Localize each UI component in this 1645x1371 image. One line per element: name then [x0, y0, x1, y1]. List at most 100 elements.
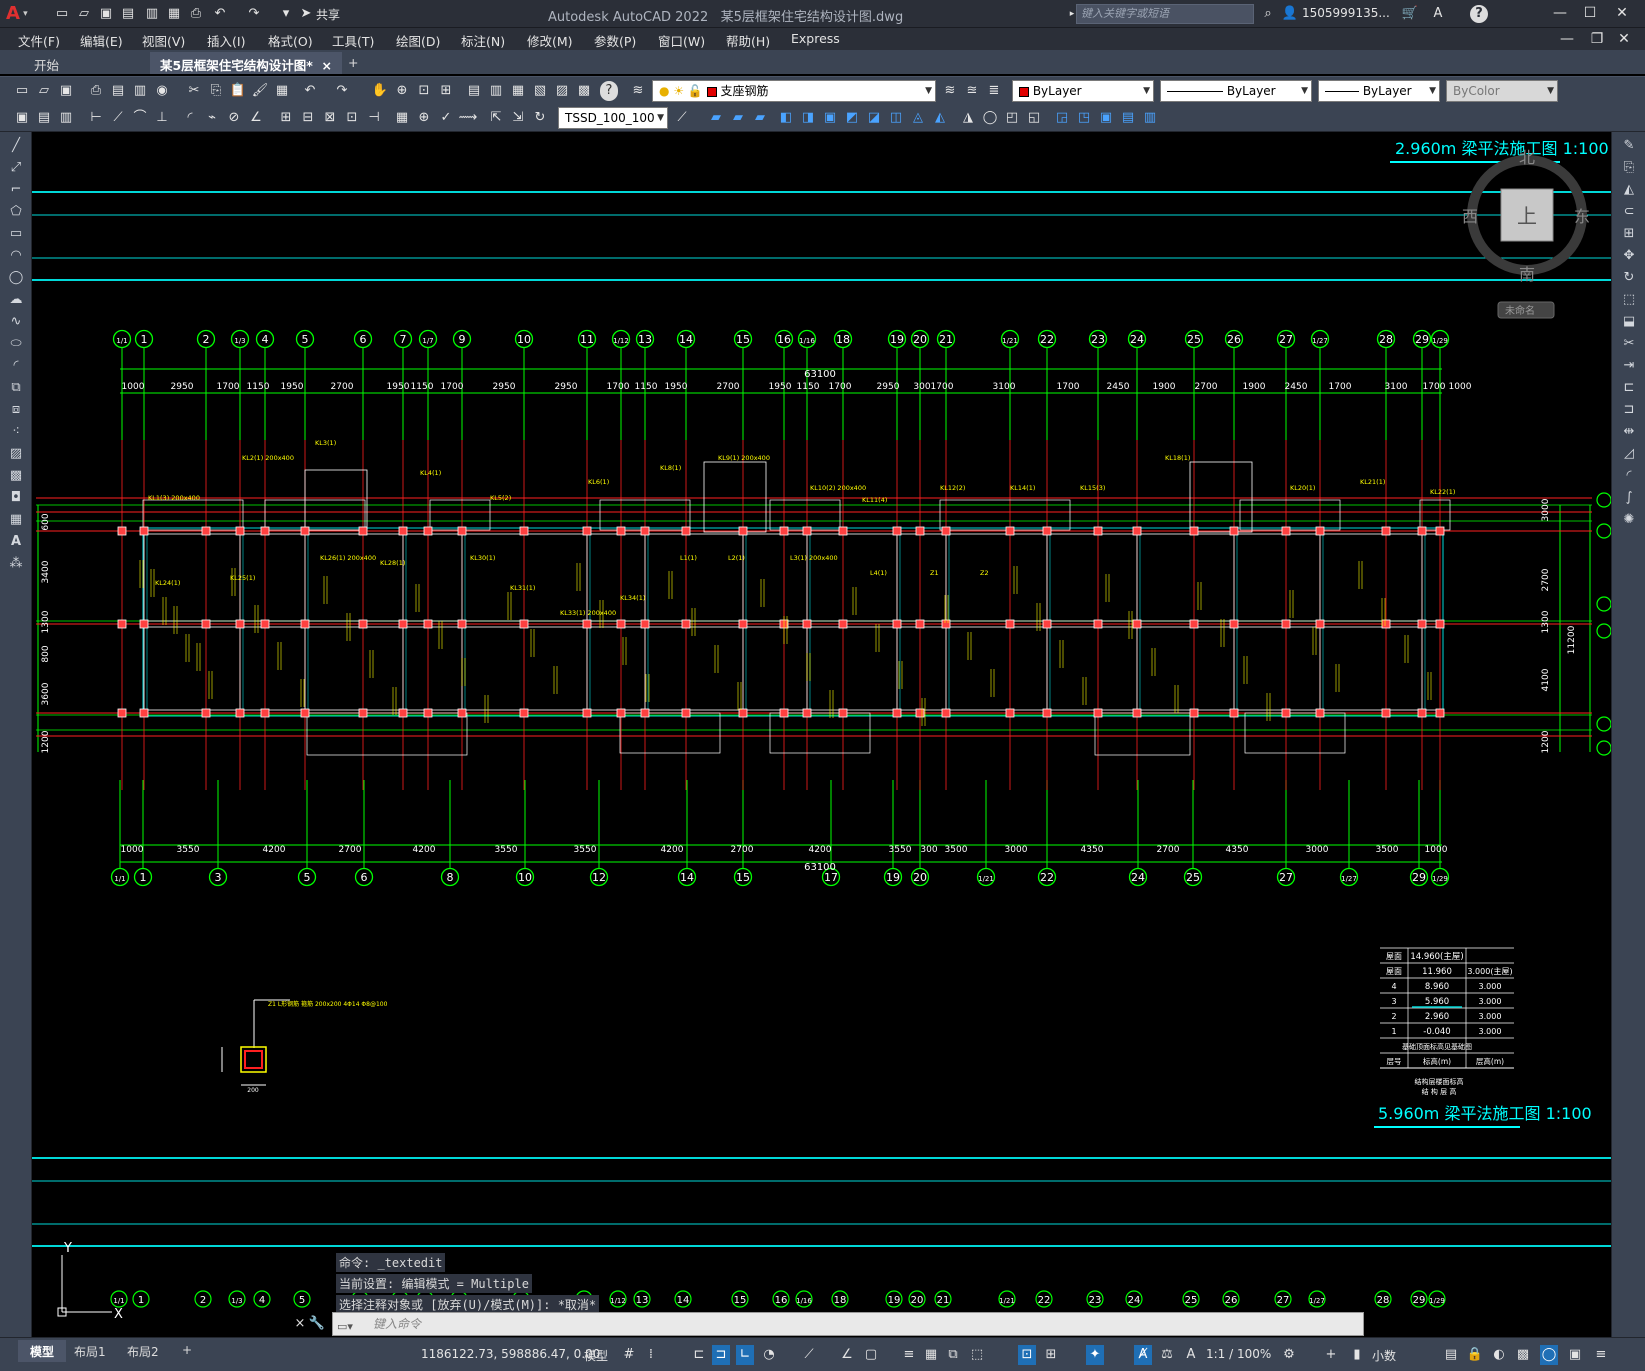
- share-icon[interactable]: ➤: [298, 5, 314, 23]
- join-modify-icon[interactable]: ⇹: [1619, 422, 1639, 442]
- viewcube-top[interactable]: 上: [1517, 204, 1537, 228]
- diameter-icon[interactable]: ⊘: [224, 108, 244, 128]
- menu-window[interactable]: 窗口(W): [658, 31, 705, 50]
- customize-qa-icon[interactable]: ▾: [276, 5, 296, 23]
- dim-edit-icon[interactable]: ⇱: [486, 108, 506, 128]
- qnew-icon[interactable]: ▭: [12, 81, 32, 101]
- preview-icon[interactable]: ▤: [108, 81, 128, 101]
- doc-restore-icon[interactable]: ❐: [1585, 29, 1609, 49]
- aligned-dim-icon[interactable]: ⟋: [108, 108, 128, 128]
- annotation-scale[interactable]: 1:1 / 100%: [1206, 1347, 1271, 1361]
- menu-insert[interactable]: 插入(I): [207, 31, 245, 50]
- osnap-icon[interactable]: ▢: [862, 1345, 880, 1365]
- minimize-icon[interactable]: —: [1548, 3, 1572, 23]
- erase-icon[interactable]: ✎: [1619, 136, 1639, 156]
- pan-icon[interactable]: ✋: [370, 81, 390, 101]
- lineweight-icon[interactable]: ≡: [900, 1345, 918, 1365]
- command-recent-icon[interactable]: ▭▾: [337, 1316, 363, 1333]
- ordinate-icon[interactable]: ⊥: [152, 108, 172, 128]
- floor-elevation-table[interactable]: 屋面 14.960(主屋) 屋面 11.960 3.000(主屋) 4 8.960 3.000…: [1380, 947, 1514, 1096]
- ellipse-icon[interactable]: ⬭: [6, 334, 26, 354]
- command-input[interactable]: ▭▾ 键入命令: [332, 1312, 1364, 1336]
- save-icon[interactable]: ▣: [96, 5, 116, 23]
- cut-icon[interactable]: ✂: [184, 81, 204, 101]
- plotstyle-dropdown[interactable]: ByColor ▼: [1446, 80, 1558, 102]
- copy-modify-icon[interactable]: ⎘: [1619, 158, 1639, 178]
- search-input[interactable]: 键入关键字或短语: [1076, 4, 1254, 24]
- fillet-icon[interactable]: ◰: [1002, 108, 1022, 128]
- annotation-scale-icon[interactable]: A: [1182, 1345, 1200, 1365]
- clean-screen-icon[interactable]: ◯: [1540, 1345, 1558, 1365]
- region-icon[interactable]: ◘: [6, 488, 26, 508]
- radius-icon[interactable]: ◜: [180, 108, 200, 128]
- line-icon[interactable]: ╱: [6, 136, 26, 156]
- isolate-objects-icon[interactable]: ◐: [1490, 1345, 1508, 1365]
- offset-modify-icon[interactable]: ⊂: [1619, 202, 1639, 222]
- linetype-dropdown[interactable]: ByLayer ▼: [1160, 80, 1312, 102]
- menu-help[interactable]: 帮助(H): [726, 31, 770, 50]
- help-toolbar-icon[interactable]: ?: [600, 81, 618, 101]
- share-button[interactable]: 共享: [316, 6, 340, 23]
- menu-modify[interactable]: 修改(M): [527, 31, 573, 50]
- layout-add-button[interactable]: +: [170, 1340, 204, 1362]
- array-icon[interactable]: ◩: [842, 108, 862, 128]
- rectangle-icon[interactable]: ▭: [6, 224, 26, 244]
- properties-icon[interactable]: ▤: [464, 81, 484, 101]
- spline-icon[interactable]: ∿: [6, 312, 26, 332]
- tssd-beam-icon[interactable]: ▤: [34, 108, 54, 128]
- units-dropdown[interactable]: 小数: [1372, 1347, 1396, 1364]
- drawing-title-bottom[interactable]: 5.960m 梁平法施工图 1:100: [1378, 1104, 1592, 1123]
- menu-view[interactable]: 视图(V): [142, 31, 185, 50]
- layout-tab-model[interactable]: 模型: [18, 1340, 67, 1362]
- mirror-icon[interactable]: ◨: [798, 108, 818, 128]
- draworder-icon[interactable]: ▣: [1096, 108, 1116, 128]
- dim-update-icon[interactable]: ↻: [530, 108, 550, 128]
- open-web-icon[interactable]: ▥: [142, 5, 162, 23]
- dynamic-ucs-icon[interactable]: ⊡: [1018, 1345, 1036, 1365]
- scale-modify-icon[interactable]: ⬚: [1619, 290, 1639, 310]
- menu-file[interactable]: 文件(F): [18, 31, 60, 50]
- menu-draw[interactable]: 绘图(D): [396, 31, 440, 50]
- markup-icon[interactable]: ▨: [552, 81, 572, 101]
- trim-modify-icon[interactable]: ✂: [1619, 334, 1639, 354]
- doc-minimize-icon[interactable]: —: [1555, 29, 1579, 49]
- autodesk-a360-icon[interactable]: A: [1428, 5, 1448, 23]
- drawing-canvas[interactable]: 2.960m 梁平法施工图 1:100 5.960m 梁平法施工图 1:100 …: [32, 132, 1612, 1337]
- wcs-label[interactable]: 未命名: [1505, 304, 1535, 317]
- rotate-icon[interactable]: ◧: [776, 108, 796, 128]
- quick-dim-icon[interactable]: ⊞: [276, 108, 296, 128]
- column-detail[interactable]: Z1 L形钢筋 箍筋 200x200 4Φ14 Φ8@100 200: [221, 999, 388, 1094]
- break-obj-icon[interactable]: ◭: [930, 108, 950, 128]
- circle-icon[interactable]: ◯: [6, 268, 26, 288]
- doc-close-icon[interactable]: ✕: [1612, 29, 1636, 49]
- open-file-icon[interactable]: ▱: [74, 5, 94, 23]
- 3d-print-icon[interactable]: ◉: [152, 81, 172, 101]
- make-block-icon[interactable]: ⧈: [6, 400, 26, 420]
- paste-icon[interactable]: 📋: [228, 81, 248, 101]
- drawing-title-top[interactable]: 2.960m 梁平法施工图 1:100: [1395, 139, 1609, 158]
- copy-icon[interactable]: ⎘: [206, 81, 226, 101]
- construction-line-icon[interactable]: ⤢: [6, 158, 26, 178]
- chamfer-modify-icon[interactable]: ◿: [1619, 444, 1639, 464]
- dim-style-icon[interactable]: ⟋: [672, 108, 692, 128]
- user-name[interactable]: 1505999135...: [1302, 6, 1390, 20]
- point-icon[interactable]: ⁖: [6, 422, 26, 442]
- jogged-linear-icon[interactable]: ⟿: [458, 108, 478, 128]
- space-icon[interactable]: ⊡: [342, 108, 362, 128]
- new-tab-button[interactable]: +: [338, 52, 368, 74]
- tssd-rebar-icon[interactable]: ▥: [56, 108, 76, 128]
- search-icon[interactable]: ⌕: [1258, 5, 1278, 23]
- move-icon[interactable]: ▰: [706, 108, 726, 128]
- publish-icon[interactable]: ▥: [130, 81, 150, 101]
- inspect-icon[interactable]: ✓: [436, 108, 456, 128]
- selection-filter-icon[interactable]: ⊞: [1042, 1345, 1060, 1365]
- arc-icon[interactable]: ◠: [6, 246, 26, 266]
- menu-parametric[interactable]: 参数(P): [594, 31, 636, 50]
- layout-tab-2[interactable]: 布局2: [115, 1340, 171, 1362]
- tab-start[interactable]: 开始: [24, 52, 69, 74]
- isolate-icon[interactable]: ▤: [1118, 108, 1138, 128]
- zoom-previous-icon[interactable]: ⊞: [436, 81, 456, 101]
- tab-close-icon[interactable]: ×: [321, 58, 331, 73]
- status-menu-icon[interactable]: ≡: [1592, 1345, 1610, 1365]
- 3d-osnap-icon[interactable]: ⬚: [968, 1345, 986, 1365]
